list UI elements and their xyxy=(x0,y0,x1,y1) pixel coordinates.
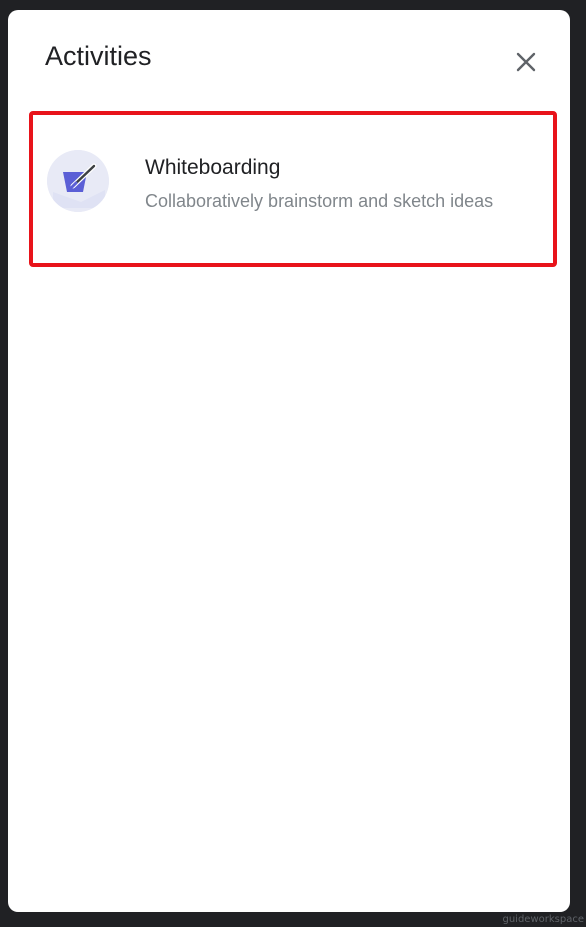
activity-item-whiteboarding[interactable]: Whiteboarding Collaboratively brainstorm… xyxy=(29,111,557,267)
whiteboard-icon xyxy=(47,150,109,212)
panel-header: Activities xyxy=(8,10,570,106)
activities-panel: Activities Whiteboarding Collaboratively… xyxy=(8,10,570,912)
activity-text: Whiteboarding Collaboratively brainstorm… xyxy=(145,155,545,213)
close-button[interactable] xyxy=(506,42,546,82)
app-frame: Activities Whiteboarding Collaboratively… xyxy=(0,0,586,927)
activity-name: Whiteboarding xyxy=(145,156,281,179)
close-icon xyxy=(516,52,536,72)
panel-title: Activities xyxy=(45,41,152,71)
watermark: guideworkspace xyxy=(502,914,585,925)
activity-description: Collaboratively brainstorm and sketch id… xyxy=(145,191,494,211)
